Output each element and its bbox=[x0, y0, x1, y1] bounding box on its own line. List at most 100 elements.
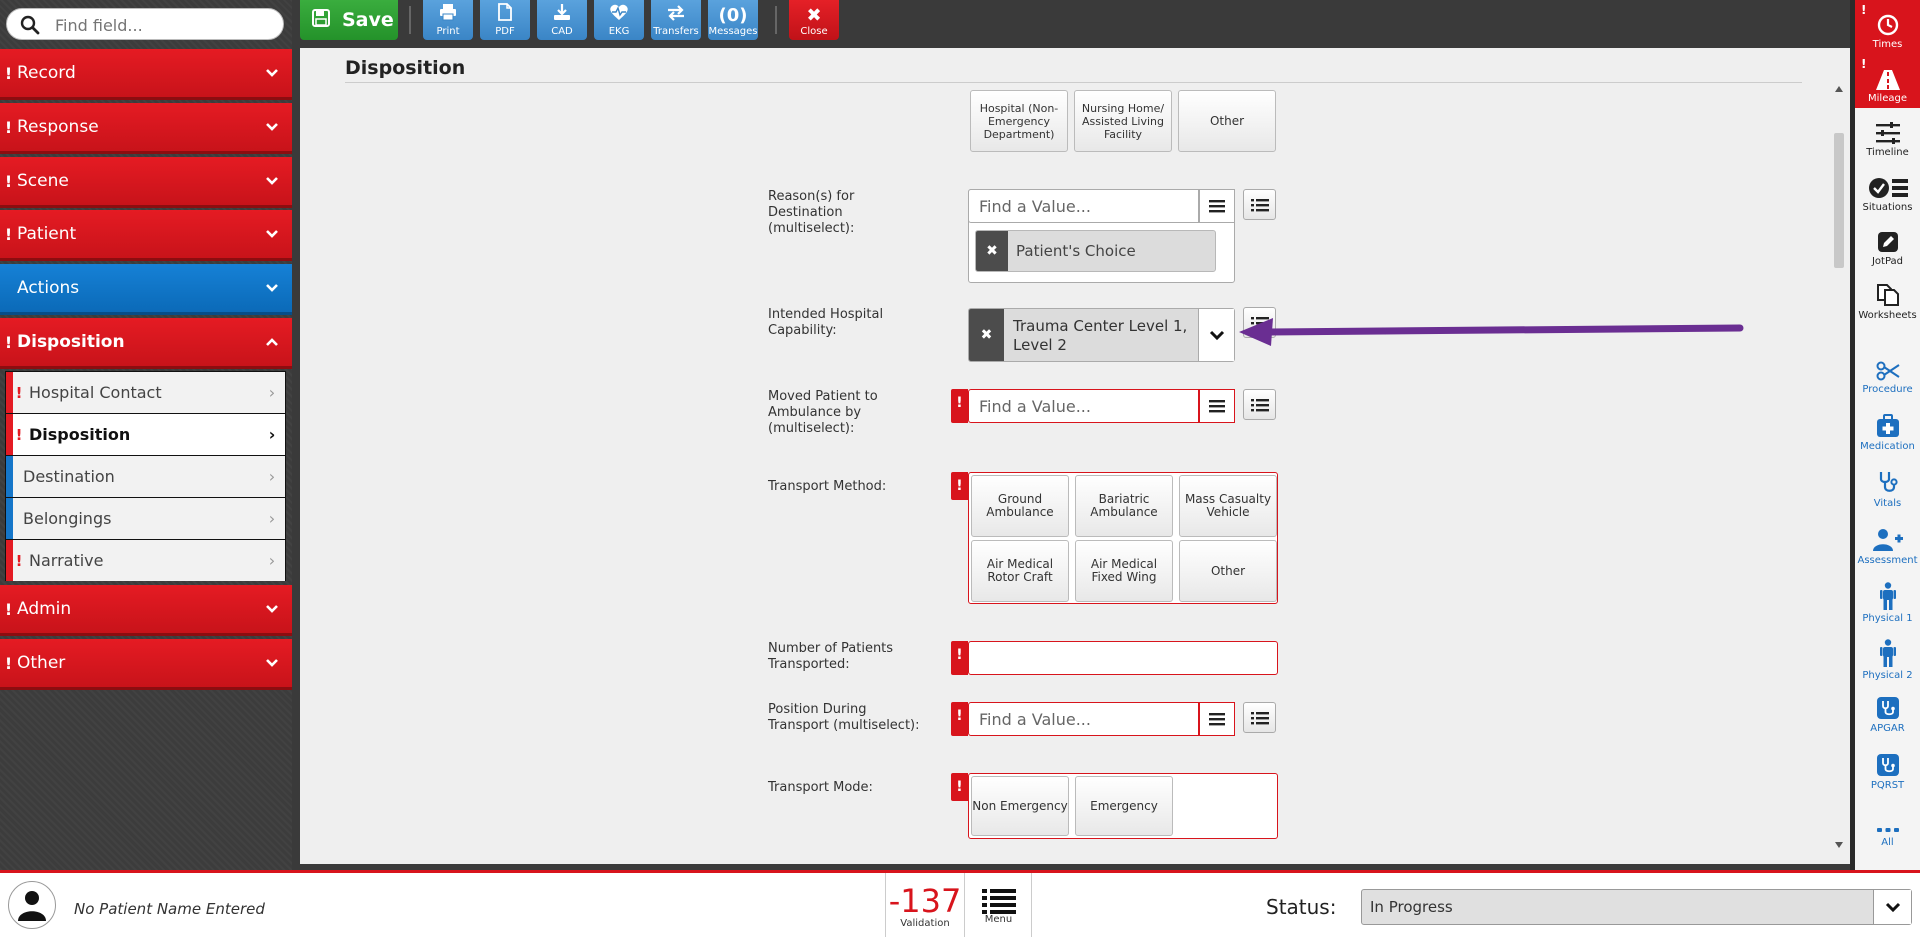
validation-label: Validation bbox=[900, 918, 950, 929]
rail-apgar[interactable]: APGAR bbox=[1855, 684, 1920, 738]
medical-kit-icon bbox=[1876, 414, 1899, 437]
sidebar-item-response[interactable]: ! Response bbox=[0, 103, 292, 154]
sliders-icon bbox=[1875, 122, 1900, 144]
option-emergency[interactable]: Emergency bbox=[1075, 776, 1173, 836]
cad-button[interactable]: CAD bbox=[537, 0, 587, 40]
position-search-input[interactable]: Find a Value... bbox=[968, 702, 1199, 736]
rail-procedure[interactable]: Procedure bbox=[1855, 345, 1920, 399]
rail-pqrst[interactable]: PQRST bbox=[1855, 741, 1920, 795]
rail-assessment[interactable]: Assessment bbox=[1855, 516, 1920, 570]
sidebar-item-label: Disposition bbox=[17, 332, 125, 352]
moved-search-input[interactable]: Find a Value... bbox=[968, 389, 1199, 423]
chevron-down-icon bbox=[252, 585, 292, 633]
remove-icon[interactable]: ✖ bbox=[976, 231, 1008, 271]
rail-all[interactable]: All bbox=[1855, 798, 1920, 852]
sidebar-item-patient[interactable]: ! Patient bbox=[0, 210, 292, 261]
option-air-medical-rotor-craft[interactable]: Air Medical Rotor Craft bbox=[971, 540, 1069, 602]
find-field-input[interactable] bbox=[55, 12, 275, 38]
save-button[interactable]: Save bbox=[300, 0, 398, 40]
ekg-button[interactable]: EKG bbox=[594, 0, 644, 40]
moved-menu-button[interactable] bbox=[1199, 389, 1235, 423]
required-marker: ! bbox=[15, 551, 23, 570]
option-bariatric-ambulance[interactable]: Bariatric Ambulance bbox=[1075, 475, 1173, 537]
reasons-list-button[interactable] bbox=[1243, 189, 1276, 220]
option-nursing-home[interactable]: Nursing Home/ Assisted Living Facility bbox=[1074, 90, 1172, 152]
scroll-up-icon[interactable] bbox=[1835, 86, 1843, 92]
stethoscope-icon bbox=[1879, 472, 1898, 492]
status-strip bbox=[6, 540, 13, 581]
subnav-item-narrative[interactable]: ! Narrative › bbox=[6, 540, 285, 581]
hamburger-icon bbox=[1209, 713, 1225, 726]
option-label: Air Medical Rotor Craft bbox=[986, 557, 1054, 584]
subnav-item-destination[interactable]: Destination › bbox=[6, 456, 285, 497]
rail-timeline[interactable]: Timeline bbox=[1855, 108, 1920, 162]
rail-physical-2[interactable]: Physical 2 bbox=[1855, 631, 1920, 685]
validation-button[interactable]: -137 Validation bbox=[885, 873, 965, 937]
option-non-emergency[interactable]: Non Emergency bbox=[971, 776, 1069, 836]
sidebar-item-actions[interactable]: Actions bbox=[0, 264, 292, 315]
remove-icon[interactable]: ✖ bbox=[969, 309, 1004, 361]
capability-value-line1: Trauma Center Level 1, bbox=[1013, 317, 1188, 335]
rail-label: Procedure bbox=[1862, 384, 1913, 395]
print-button[interactable]: Print bbox=[423, 0, 473, 40]
rail-label: Vitals bbox=[1873, 498, 1902, 509]
status-strip bbox=[6, 372, 13, 413]
capability-select[interactable]: ✖ Trauma Center Level 1, Level 2 bbox=[968, 308, 1235, 362]
moved-label: Moved Patient to Ambulance by (multisele… bbox=[768, 389, 878, 436]
transfers-button[interactable]: Transfers bbox=[651, 0, 701, 40]
option-ground-ambulance[interactable]: Ground Ambulance bbox=[971, 475, 1069, 537]
required-flag: ! bbox=[951, 641, 968, 675]
scrollbar-thumb[interactable] bbox=[1834, 133, 1844, 268]
position-list-button[interactable] bbox=[1243, 702, 1276, 733]
sidebar-item-label: Admin bbox=[17, 599, 72, 619]
user-icon bbox=[18, 891, 46, 921]
num-patients-input[interactable] bbox=[968, 641, 1278, 675]
option-other-transport-method[interactable]: Other bbox=[1179, 540, 1277, 602]
subnav-item-belongings[interactable]: Belongings › bbox=[6, 498, 285, 539]
position-menu-button[interactable] bbox=[1199, 702, 1235, 736]
subnav-item-hospital-contact[interactable]: ! Hospital Contact › bbox=[6, 372, 285, 413]
rail-label: Worksheets bbox=[1858, 310, 1917, 321]
rail-jotpad[interactable]: JotPad bbox=[1855, 217, 1920, 271]
subnav-item-disposition[interactable]: ! Disposition › bbox=[6, 414, 285, 455]
find-field-search[interactable] bbox=[6, 8, 284, 40]
close-button[interactable]: ✖ Close bbox=[789, 0, 839, 40]
scroll-down-icon[interactable] bbox=[1835, 842, 1843, 848]
rail-times[interactable]: ! Times bbox=[1855, 0, 1920, 54]
chevron-right-icon: › bbox=[268, 467, 276, 486]
option-label: Air Medical Fixed Wing bbox=[1090, 557, 1158, 584]
road-icon bbox=[1875, 70, 1900, 90]
option-air-medical-fixed-wing[interactable]: Air Medical Fixed Wing bbox=[1075, 540, 1173, 602]
chevron-down-icon bbox=[252, 210, 292, 258]
transfers-label: Transfers bbox=[653, 26, 699, 37]
sidebar-item-label: Record bbox=[17, 63, 76, 83]
toolbar-divider bbox=[409, 6, 411, 34]
status-select[interactable]: In Progress bbox=[1361, 889, 1912, 925]
stethoscope-box-icon bbox=[1876, 697, 1899, 719]
pdf-button[interactable]: PDF bbox=[480, 0, 530, 40]
reasons-search-input[interactable]: Find a Value... bbox=[968, 189, 1199, 223]
sidebar-item-disposition[interactable]: ! Disposition bbox=[0, 318, 292, 369]
sidebar-item-record[interactable]: ! Record bbox=[0, 49, 292, 100]
avatar[interactable] bbox=[8, 881, 56, 929]
option-other-destination[interactable]: Other bbox=[1178, 90, 1276, 152]
rail-physical-1[interactable]: Physical 1 bbox=[1855, 574, 1920, 628]
sidebar-item-other[interactable]: ! Other bbox=[0, 639, 292, 690]
sidebar-item-admin[interactable]: ! Admin bbox=[0, 585, 292, 636]
sidebar-item-scene[interactable]: ! Scene bbox=[0, 157, 292, 208]
messages-button[interactable]: (0) Messages bbox=[708, 0, 758, 40]
moved-list-button[interactable] bbox=[1243, 389, 1276, 420]
menu-button[interactable]: Menu bbox=[966, 873, 1032, 937]
option-mass-casualty-vehicle[interactable]: Mass Casualty Vehicle bbox=[1179, 475, 1277, 537]
rail-label: Medication bbox=[1860, 441, 1915, 452]
rail-medication[interactable]: Medication bbox=[1855, 402, 1920, 456]
rail-vitals[interactable]: Vitals bbox=[1855, 459, 1920, 513]
reasons-menu-button[interactable] bbox=[1199, 189, 1235, 223]
rail-worksheets[interactable]: Worksheets bbox=[1855, 271, 1920, 325]
option-hospital-non-emergency[interactable]: Hospital (Non-Emergency Department) bbox=[970, 90, 1068, 152]
chip-label: Patient's Choice bbox=[1016, 242, 1136, 260]
rail-mileage[interactable]: ! Mileage bbox=[1855, 54, 1920, 108]
chevron-down-icon[interactable] bbox=[1198, 309, 1234, 361]
rail-situations[interactable]: Situations bbox=[1855, 163, 1920, 217]
menu-list-icon bbox=[981, 889, 1016, 914]
